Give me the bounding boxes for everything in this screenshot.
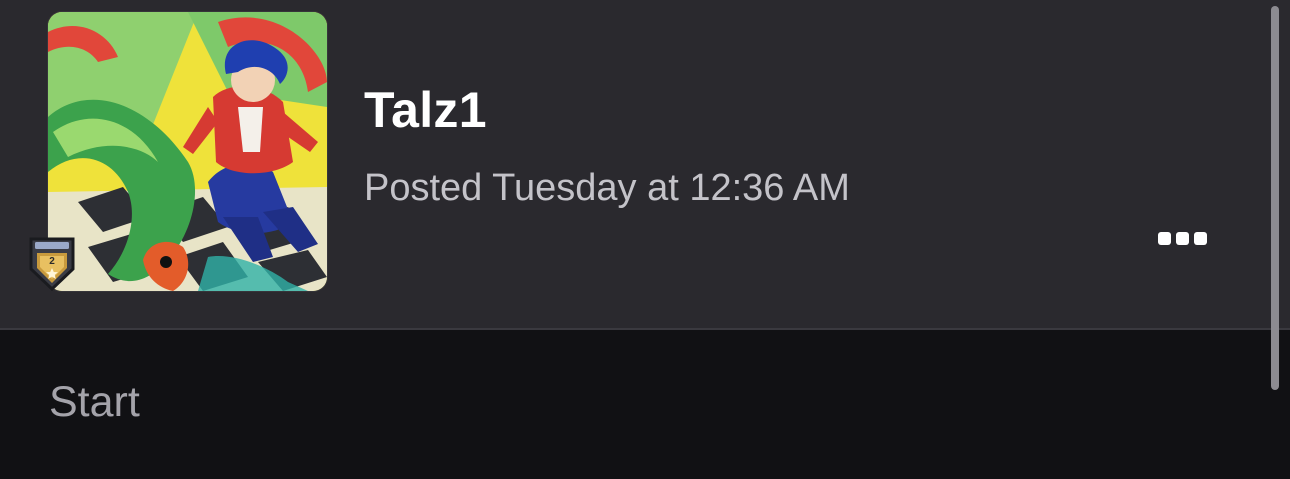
post-body (0, 330, 1290, 479)
post-content-text: Start (49, 378, 140, 426)
rank-badge-level: 2 (49, 256, 55, 267)
ellipsis-icon (1194, 232, 1207, 245)
post-header: 2 Talz1 Posted Tuesday at 12:36 AM (0, 0, 1290, 328)
rank-badge-icon: 2 (27, 233, 77, 291)
ellipsis-icon (1158, 232, 1171, 245)
ellipsis-icon (1176, 232, 1189, 245)
more-options-button[interactable] (1148, 216, 1218, 260)
post-timestamp[interactable]: Posted Tuesday at 12:36 AM (364, 165, 850, 211)
user-avatar[interactable] (48, 12, 327, 291)
scrollbar-thumb[interactable] (1271, 6, 1279, 390)
avatar-image (48, 12, 327, 291)
post-author-name[interactable]: Talz1 (364, 80, 487, 140)
